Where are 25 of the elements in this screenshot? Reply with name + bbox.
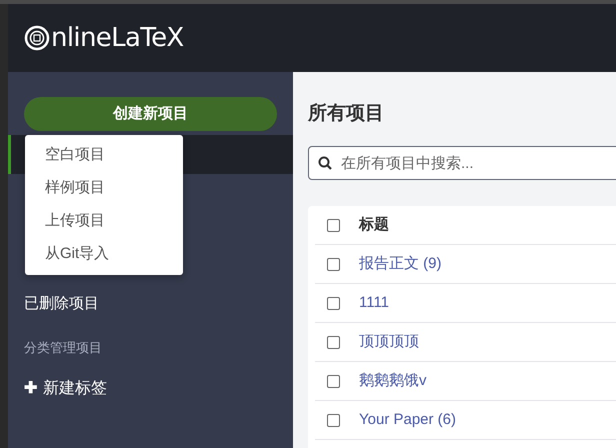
search-field[interactable]: 在所有项目中搜索... [308, 146, 616, 180]
checkbox[interactable] [327, 218, 340, 232]
checkbox[interactable] [327, 414, 340, 426]
menu-item[interactable]: 样例项目 [25, 172, 183, 205]
checkbox[interactable] [327, 374, 340, 388]
column-header[interactable]: 标题 [359, 214, 389, 236]
project-link[interactable]: 报告正文 (9) [359, 252, 442, 276]
project-link[interactable]: 鹅鹅鹅饿v [359, 370, 426, 392]
section-title: 分类管理项目 [23, 338, 103, 356]
page-title: 所有项目 [308, 102, 385, 126]
project-link[interactable]: 顶顶顶顶 [359, 330, 419, 354]
project-link[interactable]: Your Paper (6) [359, 408, 456, 432]
project-link[interactable]: 1111 [359, 292, 390, 314]
search-icon [318, 156, 332, 170]
logo-text: nlineLaTeX [51, 25, 184, 51]
checkbox[interactable] [327, 258, 340, 270]
menu-item[interactable]: 从Git导入 [25, 238, 183, 271]
menu-item[interactable]: 上传项目 [25, 205, 183, 238]
menu-item[interactable]: 空白项目 [25, 139, 183, 172]
logo-icon [24, 25, 50, 51]
checkbox[interactable] [327, 296, 340, 310]
sidebar-item[interactable]: 已删除项目 [8, 285, 293, 324]
new-tag-button[interactable]: ✚ 新建标签 [24, 377, 107, 401]
new-project-button[interactable]: 创建新项目 [24, 97, 277, 131]
checkbox[interactable] [327, 336, 340, 348]
